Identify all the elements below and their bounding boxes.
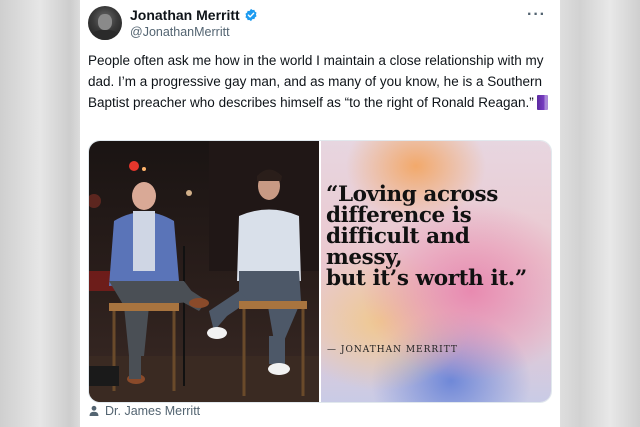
avatar[interactable] bbox=[88, 6, 122, 40]
quote-attribution: — JONATHAN MERRITT bbox=[327, 345, 458, 355]
tagged-user-name[interactable]: Dr. James Merritt bbox=[105, 404, 200, 418]
tweet-card: Jonathan Merritt @JonathanMerritt ··· Pe… bbox=[80, 0, 560, 427]
photo-scene bbox=[89, 141, 319, 402]
handle[interactable]: @JonathanMerritt bbox=[130, 25, 230, 39]
avatar-shoulders bbox=[91, 30, 119, 40]
quote-image[interactable]: “Loving across difference is difficult a… bbox=[321, 141, 551, 402]
tweet-body: People often ask me how in the world I m… bbox=[88, 53, 544, 110]
photo[interactable] bbox=[89, 141, 319, 402]
tweet-text: People often ask me how in the world I m… bbox=[88, 50, 550, 113]
quote-line: messy, bbox=[326, 245, 403, 270]
quote-text: “Loving across difference is difficult a… bbox=[326, 182, 548, 291]
avatar-face bbox=[98, 14, 112, 30]
quote-line: “Loving across bbox=[326, 182, 498, 207]
tweet-header: Jonathan Merritt @JonathanMerritt ··· bbox=[88, 4, 552, 44]
tagged-user-row[interactable]: Dr. James Merritt bbox=[88, 404, 200, 418]
tweet-media[interactable]: “Loving across difference is difficult a… bbox=[88, 140, 552, 403]
quote-line: difference is bbox=[326, 203, 472, 228]
display-name[interactable]: Jonathan Merritt bbox=[130, 7, 240, 23]
name-row: Jonathan Merritt bbox=[130, 7, 258, 23]
more-icon[interactable]: ··· bbox=[527, 6, 546, 24]
quote-line: but it’s worth it.” bbox=[326, 266, 527, 291]
person-icon bbox=[89, 405, 99, 416]
verified-badge-icon bbox=[245, 8, 257, 22]
quote-line: difficult and bbox=[326, 224, 470, 249]
book-icon bbox=[536, 95, 548, 110]
